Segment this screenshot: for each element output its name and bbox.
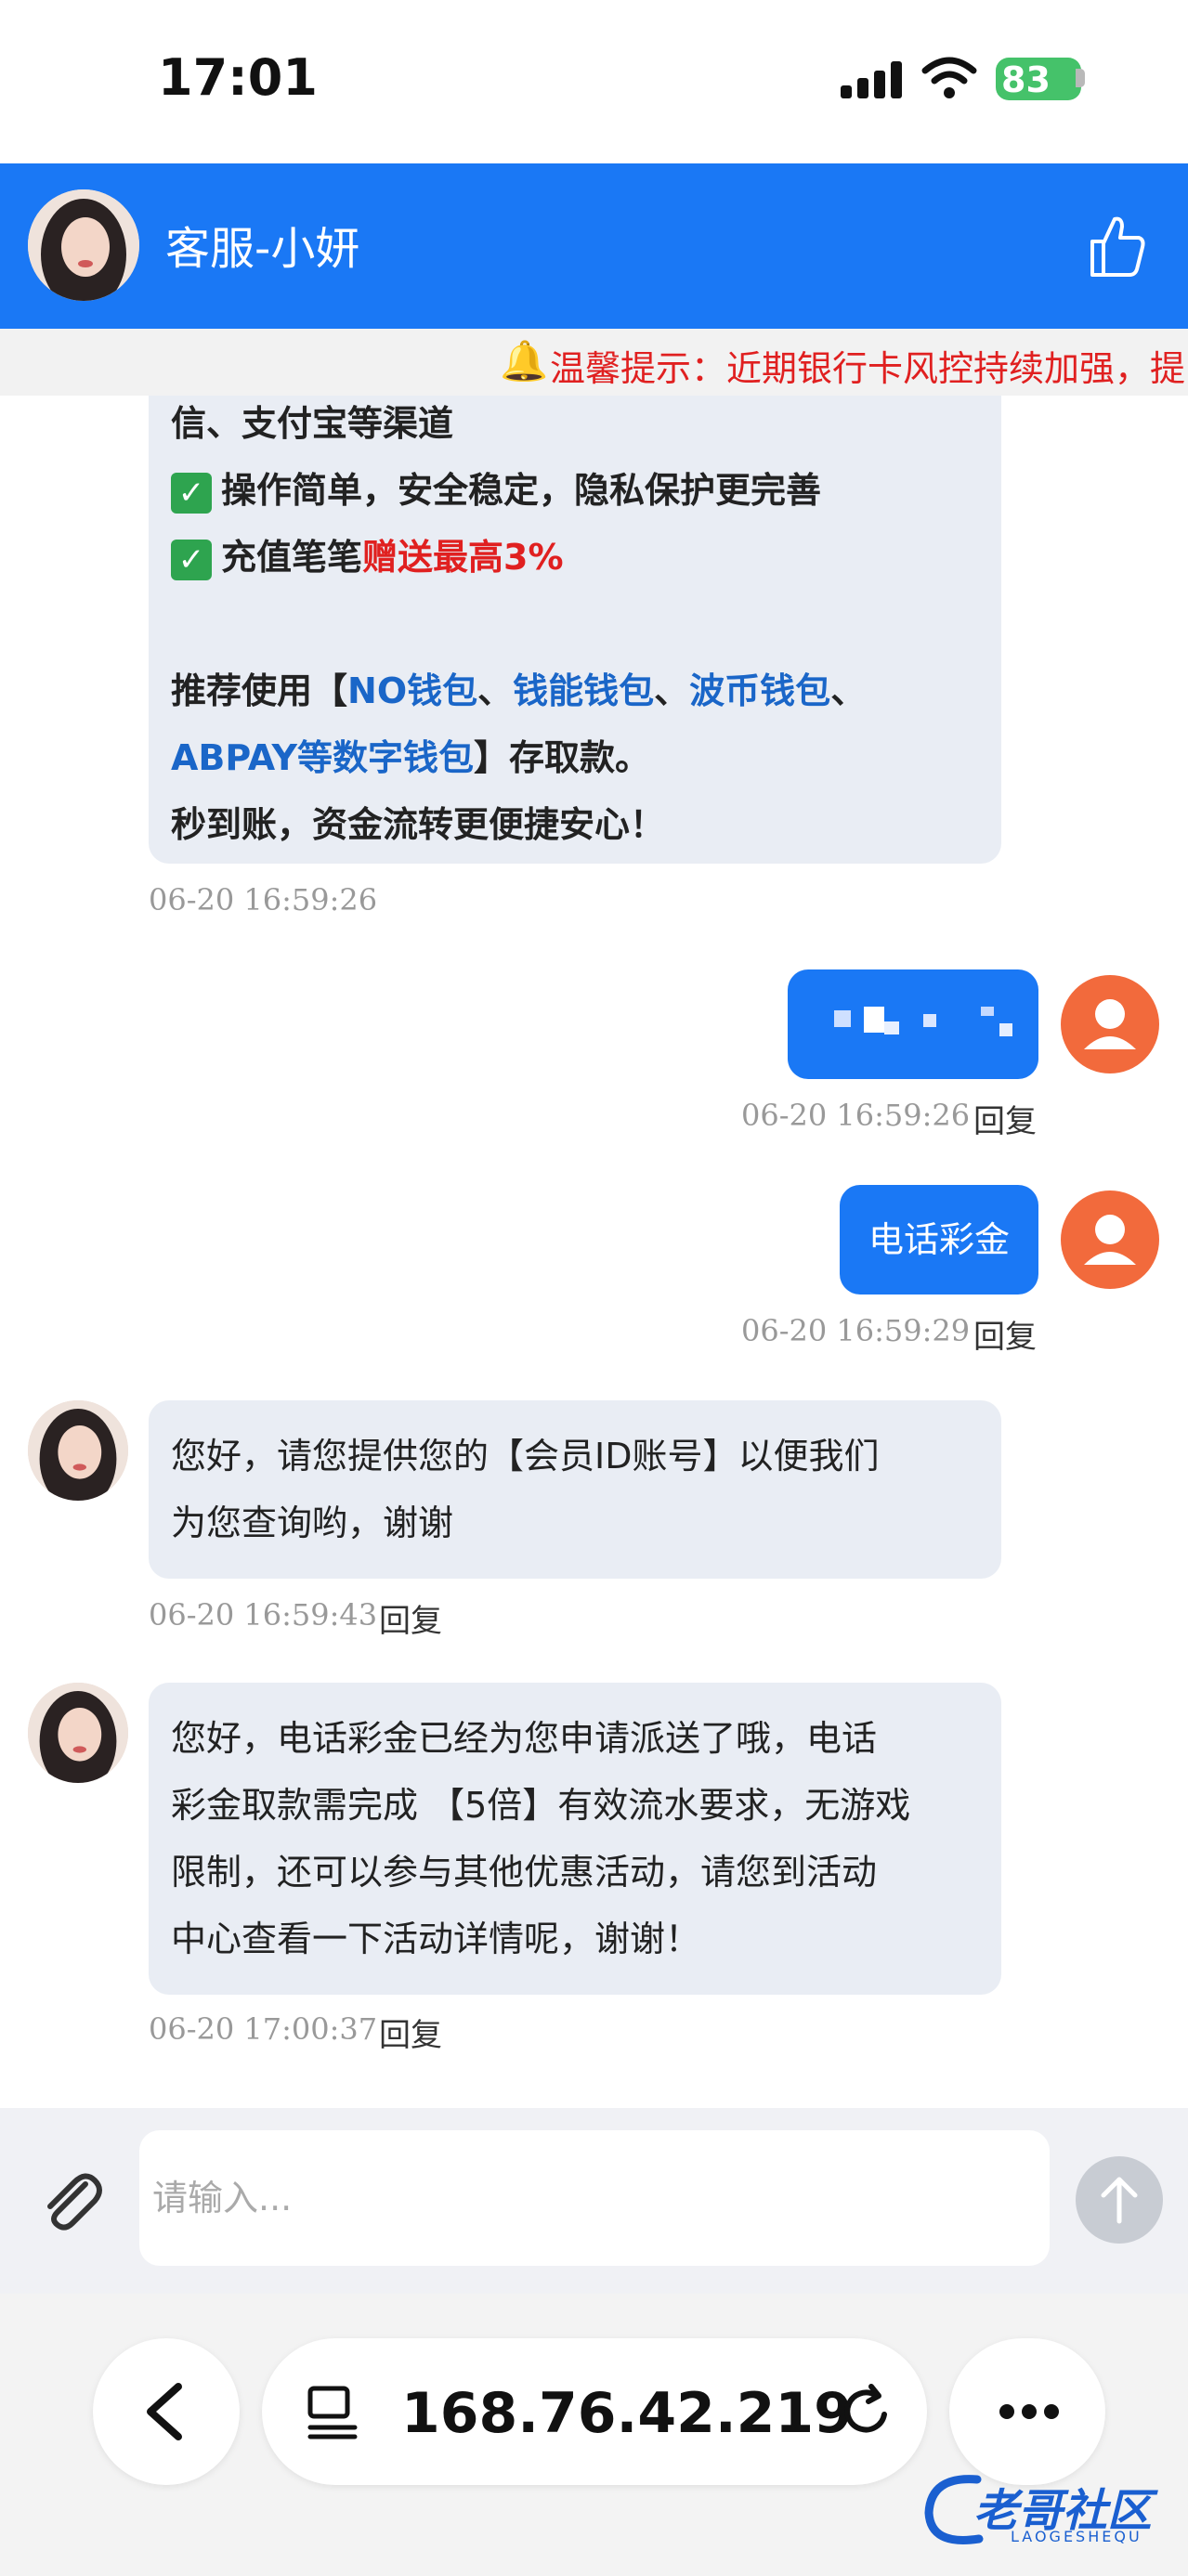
outgoing-message-bubble: 电话彩金	[840, 1185, 1038, 1295]
message-line: 您好，电话彩金已经为您申请派送了哦，电话	[171, 1718, 878, 1759]
wallet-link: 波币钱包	[689, 670, 831, 711]
message-timestamp: 06-20 16:59:26	[149, 882, 378, 917]
message-text: 电话彩金	[868, 1219, 1010, 1260]
notice-marquee: 🔔 温馨提示：近期银行卡风控持续加强，提	[0, 329, 1188, 396]
send-button[interactable]	[1076, 2156, 1163, 2244]
message-line: 彩金取款需完成 【5倍】有效流水要求，无游戏	[171, 1785, 911, 1826]
message-timestamp: 06-20 16:59:29	[741, 1313, 971, 1348]
watermark-logo: 老哥社区 LAOGESHEQU	[921, 2466, 1181, 2559]
incoming-message-bubble: 您好，电话彩金已经为您申请派送了哦，电话 彩金取款需完成 【5倍】有效流水要求，…	[149, 1683, 1001, 1995]
check-mark-icon: ✓	[171, 539, 212, 580]
cellular-signal-icon	[841, 58, 906, 98]
message-line: ABPAY等数字钱包】存取款。	[171, 737, 651, 778]
battery-tip	[1076, 69, 1085, 87]
message-input-bar	[0, 2108, 1188, 2294]
agent-avatar[interactable]	[28, 189, 139, 301]
address-bar[interactable]: 168.76.42.219	[262, 2338, 927, 2485]
message-line: 您好，请您提供您的【会员ID账号】以便我们	[171, 1436, 880, 1477]
message-timestamp: 06-20 16:59:43	[149, 1597, 378, 1633]
reply-button[interactable]: 回复	[973, 1096, 1037, 1141]
battery-icon: 83	[996, 58, 1081, 100]
message-line: 为您查询哟，谢谢	[171, 1503, 454, 1543]
message-line: 推荐使用【NO钱包、钱能钱包、波币钱包、	[171, 670, 867, 711]
incoming-message-bubble: 信、支付宝等渠道 ✓ 操作简单，安全稳定，隐私保护更完善 ✓ 充值笔笔赠送最高3% …	[149, 396, 1001, 864]
status-time: 17:01	[158, 48, 318, 107]
message-line: ✓ 充值笔笔赠送最高3%	[171, 524, 979, 591]
notice-text: 温馨提示：近期银行卡风控持续加强，提	[550, 348, 1186, 389]
back-button[interactable]	[93, 2338, 240, 2485]
check-mark-icon: ✓	[171, 472, 212, 514]
agent-avatar-image	[28, 1683, 128, 1783]
more-dots-icon	[999, 2404, 1059, 2419]
user-icon	[1084, 1215, 1136, 1265]
chat-header: 客服-小妍	[0, 163, 1188, 329]
chevron-left-icon	[147, 2383, 182, 2440]
reply-button[interactable]: 回复	[973, 1311, 1037, 1357]
reply-button[interactable]: 回复	[379, 1595, 442, 1641]
incoming-message-bubble: 您好，请您提供您的【会员ID账号】以便我们 为您查询哟，谢谢	[149, 1400, 1001, 1579]
chat-messages[interactable]: 信、支付宝等渠道 ✓ 操作简单，安全稳定，隐私保护更完善 ✓ 充值笔笔赠送最高3% …	[0, 396, 1188, 2108]
wallet-link: NO钱包	[347, 670, 478, 711]
bell-icon: 🔔	[500, 338, 549, 384]
message-line: 信、支付宝等渠道	[171, 403, 454, 444]
battery-level: 83	[1001, 59, 1051, 100]
outgoing-message-bubble	[788, 969, 1038, 1079]
user-avatar[interactable]	[1061, 1190, 1159, 1289]
browser-toolbar: 168.76.42.219 老哥社区 LAOGESHEQU	[0, 2294, 1188, 2576]
status-bar: 17:01 83	[0, 0, 1188, 163]
thumbs-up-icon[interactable]	[1087, 214, 1148, 279]
agent-avatar-image	[28, 189, 139, 301]
wallet-link: 钱能钱包	[513, 670, 655, 711]
agent-avatar[interactable]	[28, 1683, 128, 1783]
message-input[interactable]	[139, 2130, 1050, 2266]
user-icon	[1084, 999, 1136, 1049]
wifi-icon	[921, 57, 977, 98]
watermark-subtext: LAOGESHEQU	[1011, 2528, 1142, 2545]
paperclip-icon[interactable]	[33, 2164, 108, 2238]
url-text: 168.76.42.219	[401, 2381, 853, 2446]
message-timestamp: 06-20 17:00:37	[149, 2011, 378, 2047]
reload-icon[interactable]	[834, 2379, 899, 2444]
wallet-link: ABPAY等数字钱包	[171, 737, 475, 778]
reply-button[interactable]: 回复	[379, 2010, 442, 2055]
message-line: 中心查看一下活动详情呢，谢谢！	[171, 1919, 701, 1959]
blurred-content	[834, 1007, 1012, 1036]
page-menu-icon[interactable]	[301, 2379, 366, 2444]
more-button[interactable]	[949, 2338, 1105, 2485]
message-line: 秒到账，资金流转更便捷安心！	[171, 804, 666, 845]
agent-avatar-image	[28, 1400, 128, 1501]
message-line: 限制，还可以参与其他优惠活动，请您到活动	[171, 1852, 878, 1893]
user-avatar[interactable]	[1061, 975, 1159, 1073]
message-timestamp: 06-20 16:59:26	[741, 1098, 971, 1133]
chat-title: 客服-小妍	[165, 223, 360, 275]
agent-avatar[interactable]	[28, 1400, 128, 1501]
message-line: ✓ 操作简单，安全稳定，隐私保护更完善	[171, 457, 979, 524]
arrow-up-icon	[1101, 2177, 1138, 2224]
